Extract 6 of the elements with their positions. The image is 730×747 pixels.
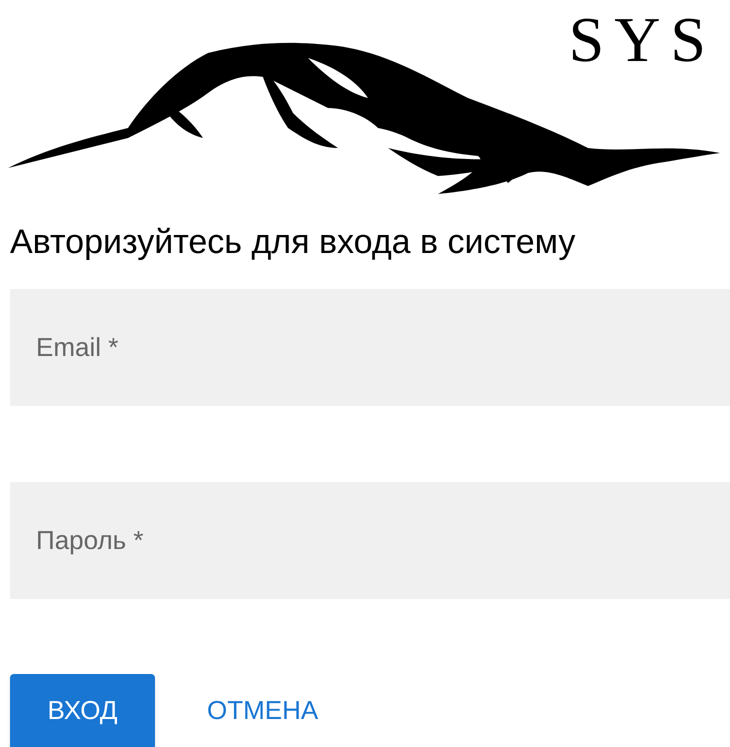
cancel-button[interactable]: ОТМЕНА (189, 674, 336, 747)
logo-text: SYS (568, 8, 716, 72)
login-button[interactable]: ВХОД (10, 674, 155, 747)
login-heading: Авторизуйтесь для входа в систему (10, 222, 576, 263)
input-field[interactable]: Email * (10, 289, 730, 406)
input-field[interactable]: Пароль * (10, 482, 730, 599)
